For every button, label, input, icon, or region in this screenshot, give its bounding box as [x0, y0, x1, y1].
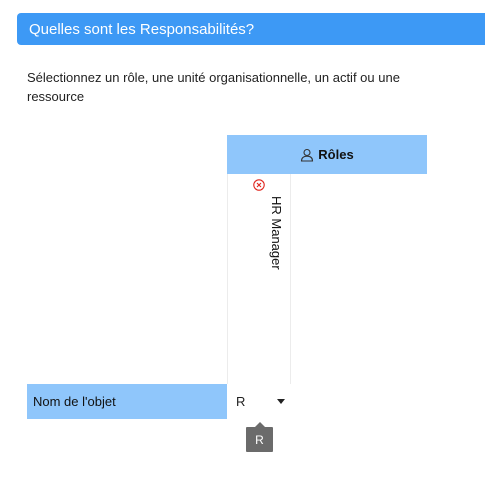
select-value: R: [236, 394, 246, 409]
responsibility-select[interactable]: R: [227, 384, 291, 419]
role-column-hr-manager: HR Manager: [227, 174, 291, 384]
remove-circle-icon[interactable]: [253, 179, 265, 191]
section-header: Quelles sont les Responsabilités?: [17, 13, 485, 45]
instruction-text: Sélectionnez un rôle, une unité organisa…: [27, 70, 400, 104]
caret-down-icon: [277, 399, 285, 404]
tooltip: R: [246, 427, 273, 452]
section-title: Quelles sont les Responsabilités?: [29, 20, 255, 38]
person-icon: [300, 148, 314, 162]
row-label: Nom de l'objet: [27, 384, 227, 419]
role-name: HR Manager: [269, 196, 284, 270]
roles-header-label: Rôles: [318, 147, 354, 162]
roles-column-header: Rôles: [227, 135, 427, 174]
